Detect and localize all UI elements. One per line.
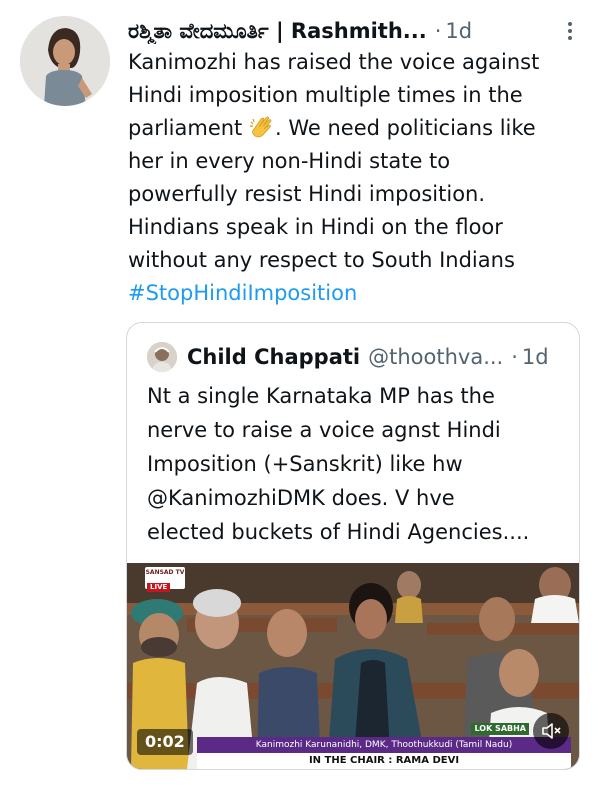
tweet-line-part: parliament xyxy=(128,116,243,140)
tweet-time[interactable]: 1d xyxy=(445,19,472,43)
tweet-line-part: . We need politicians like xyxy=(274,116,536,140)
quote-author-handle: @thoothva... xyxy=(368,345,504,369)
quote-text: Nt a single Karnataka MP has the nerve t… xyxy=(147,379,567,549)
quote-header: Child Chappati @thoothva... · 1d xyxy=(147,339,565,375)
video-caption: Kanimozhi Karunanidhi, DMK, Thoothukkudi… xyxy=(197,737,571,753)
tweet-text: Kanimozhi has raised the voice against H… xyxy=(128,46,578,310)
quote-line: @KanimozhiDMK does. V hve xyxy=(147,486,455,510)
quote-line: nerve to raise a voice agnst Hindi xyxy=(147,418,501,442)
separator-dot: · xyxy=(511,345,518,369)
quote-line: Imposition (+Sanskrit) like hw xyxy=(147,452,463,476)
quote-line: elected buckets of Hindi Agencies.... xyxy=(147,520,530,544)
author-name[interactable]: ರಶ್ಮಿತಾ ವೇದಮೂರ್ತಿ | Rashmith... xyxy=(128,19,427,44)
tweet-line: Kanimozhi has raised the voice against xyxy=(128,50,540,74)
quote-line: Nt a single Karnataka MP has the xyxy=(147,384,495,408)
tweet-line: Hindi imposition multiple times in the xyxy=(128,83,523,107)
video-chair-caption: IN THE CHAIR : RAMA DEVI xyxy=(197,753,571,769)
separator-dot: · xyxy=(434,19,442,43)
quote-author-name: Child Chappati xyxy=(187,345,361,369)
author-avatar[interactable] xyxy=(20,16,110,106)
quote-time: 1d xyxy=(521,345,549,369)
tweet-line: powerfully resist Hindi imposition. xyxy=(128,182,486,206)
more-vertical-icon[interactable] xyxy=(560,14,580,48)
hashtag-link[interactable]: #StopHindiImposition xyxy=(128,277,578,310)
video-player[interactable]: SANSAD TV LIVE LOK SABHA Kanimozhi Karun… xyxy=(127,563,579,769)
avatar-photo xyxy=(20,16,110,106)
lok-sabha-tag: LOK SABHA xyxy=(471,723,529,735)
tweet-line: her in every non-Hindi state to xyxy=(128,149,451,173)
tweet-header: ರಶ್ಮಿತಾ ವೇದಮೂರ್ತಿ | Rashmith... · 1d xyxy=(128,14,580,48)
quote-author-avatar xyxy=(147,342,177,372)
video-timer: 0:02 xyxy=(137,729,193,755)
tweet-line-with-emoji: parliament . We need politicians like xyxy=(128,112,578,145)
live-badge: LIVE xyxy=(147,583,171,592)
quote-tweet-card[interactable]: Child Chappati @thoothva... · 1d Nt a si… xyxy=(126,322,580,770)
tweet-line: without any respect to South Indians xyxy=(128,248,515,272)
clapping-hands-icon xyxy=(249,115,275,139)
volume-muted-icon[interactable] xyxy=(533,713,569,749)
tweet-line: Hindians speak in Hindi on the floor xyxy=(128,215,503,239)
